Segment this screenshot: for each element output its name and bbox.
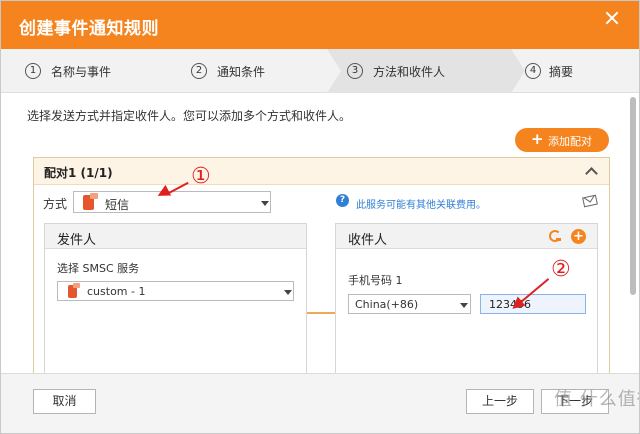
phone-number-input[interactable] xyxy=(480,294,586,314)
sender-title: 发件人 xyxy=(57,233,97,248)
step-label: 名称与事件 xyxy=(51,65,112,79)
sender-box: 发件人 xyxy=(44,223,307,383)
watermark: 值 什么值得买 xyxy=(554,389,639,410)
country-code-value: China(+86) xyxy=(355,298,419,311)
annotation-marker-2: ② xyxy=(551,257,571,282)
create-event-notification-dialog: 创建事件通知规则 1 名称与事件 2 通知条件 3 方法和收件人 4 摘要 选择… xyxy=(0,0,640,434)
close-icon[interactable] xyxy=(605,11,619,25)
pair-connector-line xyxy=(307,312,335,314)
step-number: 2 xyxy=(191,63,207,79)
step-method-and-recipients: 3 方法和收件人 xyxy=(327,49,511,93)
method-select[interactable]: 短信 xyxy=(73,191,271,213)
receiver-title: 收件人 xyxy=(348,233,388,248)
annotation-marker-1: ① xyxy=(191,164,211,189)
scrollbar-thumb[interactable] xyxy=(630,97,636,295)
plus-icon: + xyxy=(531,130,544,148)
add-pair-button[interactable]: + 添加配对 xyxy=(515,128,609,152)
sms-icon xyxy=(83,193,98,210)
step-name-and-event: 1 名称与事件 xyxy=(1,49,179,93)
info-text: 此服务可能有其他关联费用。 xyxy=(356,200,486,211)
dialog-footer: 取消 上一步 下一步 xyxy=(1,373,639,433)
scrollbar[interactable] xyxy=(629,93,637,298)
pair-header[interactable]: 配对1 (1/1) xyxy=(34,158,609,185)
sms-icon xyxy=(68,283,80,298)
country-code-select[interactable]: China(+86) xyxy=(348,294,471,314)
pair-title: 配对1 (1/1) xyxy=(44,166,113,180)
smsc-label: 选择 SMSC 服务 xyxy=(57,262,140,275)
reset-icon[interactable] xyxy=(549,230,561,242)
step-number: 3 xyxy=(347,63,363,79)
dialog-titlebar: 创建事件通知规则 xyxy=(1,1,639,49)
method-value: 短信 xyxy=(105,198,130,212)
step-label: 通知条件 xyxy=(217,65,266,79)
step-number: 4 xyxy=(525,63,541,79)
instruction-text: 选择发送方式并指定收件人。您可以添加多个方式和收件人。 xyxy=(27,109,352,123)
dialog-title: 创建事件通知规则 xyxy=(19,19,159,39)
add-recipient-icon[interactable]: + xyxy=(571,229,586,244)
chevron-up-icon[interactable] xyxy=(585,167,598,180)
chevron-down-icon xyxy=(261,201,269,206)
smsc-select[interactable]: custom - 1 xyxy=(57,281,294,301)
step-number: 1 xyxy=(25,63,41,79)
step-divider xyxy=(327,49,341,93)
chevron-down-icon xyxy=(460,303,468,308)
method-label: 方式 xyxy=(43,197,68,211)
chevron-down-icon xyxy=(284,290,292,295)
wizard-steps: 1 名称与事件 2 通知条件 3 方法和收件人 4 摘要 xyxy=(1,49,639,93)
smsc-value: custom - 1 xyxy=(87,285,146,298)
phone-label: 手机号码 1 xyxy=(348,274,403,287)
step-notification-conditions: 2 通知条件 xyxy=(179,49,327,93)
step-label: 摘要 xyxy=(549,65,574,79)
sender-header: 发件人 xyxy=(45,224,306,249)
step-divider xyxy=(511,49,525,93)
previous-button[interactable]: 上一步 xyxy=(466,389,534,414)
add-pair-label: 添加配对 xyxy=(548,135,592,148)
info-icon: ? xyxy=(336,194,349,207)
step-label: 方法和收件人 xyxy=(373,65,446,79)
step-summary: 4 摘要 xyxy=(525,49,639,93)
cancel-button[interactable]: 取消 xyxy=(33,389,96,414)
